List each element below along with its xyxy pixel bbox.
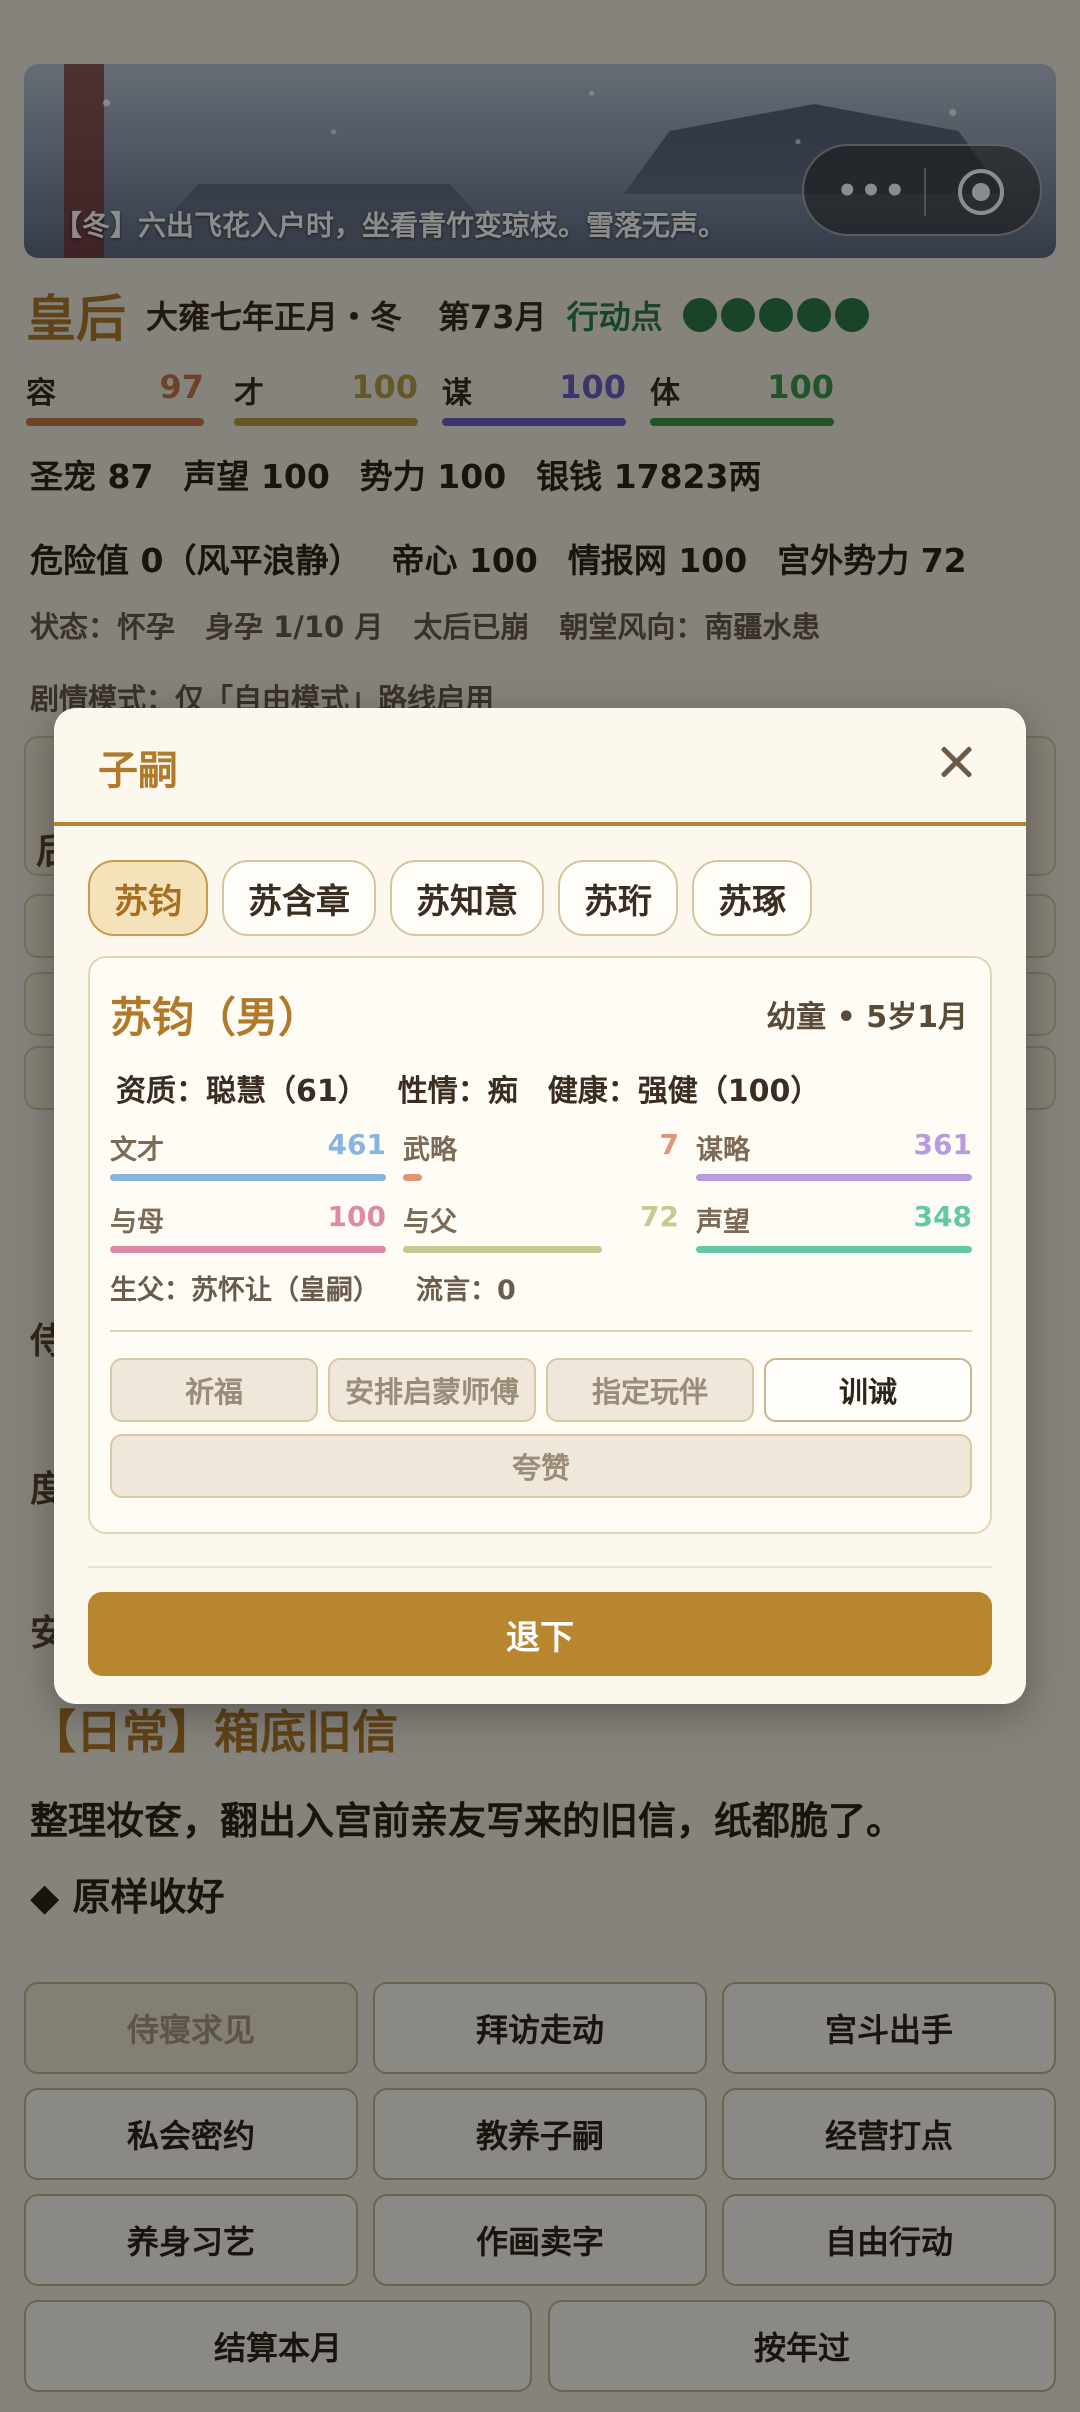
tab-child-3[interactable]: 苏知意 xyxy=(390,860,544,936)
assign-playmate-button[interactable]: 指定玩伴 xyxy=(546,1358,754,1422)
stat-fill xyxy=(403,1174,423,1181)
stat-label: 文才 xyxy=(110,1135,164,1166)
stat-value: 348 xyxy=(913,1200,972,1233)
child-parent-info: 生父：苏怀让（皇嗣） 流言：0 xyxy=(110,1268,552,1307)
tab-child-5[interactable]: 苏琢 xyxy=(692,860,812,936)
close-icon[interactable] xyxy=(932,738,982,788)
game-screen: 【冬】六出飞花入户时，坐看青竹变琼枝。雪落无声。 ••• 皇后 大雍七年正月・冬… xyxy=(0,0,1080,2412)
stat-literary: 文才 461 xyxy=(110,1128,386,1188)
child-age: 幼童 • 5岁1月 xyxy=(766,1000,968,1035)
stat-fill xyxy=(110,1246,386,1253)
stat-value: 361 xyxy=(913,1128,972,1161)
child-rumor: 流言：0 xyxy=(416,1275,516,1306)
tab-child-4[interactable]: 苏珩 xyxy=(558,860,678,936)
children-modal: 子嗣 苏钧 苏含章 苏知意 苏珩 苏琢 苏钧（男） 幼童 • 5岁1月 资质：聪… xyxy=(54,708,1026,1704)
discipline-button[interactable]: 训诫 xyxy=(764,1358,972,1422)
stat-label: 与父 xyxy=(403,1207,457,1238)
child-info: 资质：聪慧（61） 性情：痴 健康：强健（100） xyxy=(116,1066,850,1110)
child-name: 苏钧（男） xyxy=(110,993,321,1042)
stat-reputation: 声望 348 xyxy=(696,1200,972,1260)
stat-martial: 武略 7 xyxy=(403,1128,679,1188)
stat-value: 72 xyxy=(640,1200,679,1233)
stat-fill xyxy=(403,1246,602,1253)
stat-strategy: 谋略 361 xyxy=(696,1128,972,1188)
child-temper: 性情：痴 xyxy=(397,1074,518,1109)
stat-label: 谋略 xyxy=(696,1135,750,1166)
child-father: 生父：苏怀让（皇嗣） xyxy=(110,1275,380,1306)
tab-child-2[interactable]: 苏含章 xyxy=(222,860,376,936)
card-divider xyxy=(110,1330,972,1332)
tab-child-1[interactable]: 苏钧 xyxy=(88,860,208,936)
child-tabs: 苏钧 苏含章 苏知意 苏珩 苏琢 xyxy=(88,860,812,936)
stat-track xyxy=(110,1174,386,1181)
modal-header: 子嗣 xyxy=(54,708,1026,826)
stat-fill xyxy=(696,1246,972,1253)
stat-label: 声望 xyxy=(696,1207,750,1238)
stat-fill xyxy=(110,1174,386,1181)
retreat-button[interactable]: 退下 xyxy=(88,1592,992,1676)
modal-divider xyxy=(88,1566,992,1568)
assign-tutor-button[interactable]: 安排启蒙师傅 xyxy=(328,1358,536,1422)
modal-title: 子嗣 xyxy=(98,748,178,794)
stat-with-mother: 与母 100 xyxy=(110,1200,386,1260)
child-aptitude: 资质：聪慧（61） xyxy=(116,1074,368,1109)
stat-track xyxy=(696,1246,972,1253)
stat-fill xyxy=(696,1174,972,1181)
stat-label: 武略 xyxy=(403,1135,457,1166)
child-health: 健康：强健（100） xyxy=(547,1074,821,1109)
stat-track xyxy=(403,1246,679,1253)
stat-track xyxy=(696,1174,972,1181)
stat-label: 与母 xyxy=(110,1207,164,1238)
praise-button[interactable]: 夸赞 xyxy=(110,1434,972,1498)
pray-button[interactable]: 祈福 xyxy=(110,1358,318,1422)
stat-with-father: 与父 72 xyxy=(403,1200,679,1260)
stat-value: 100 xyxy=(327,1200,386,1233)
stat-value: 7 xyxy=(659,1128,679,1161)
stat-track xyxy=(403,1174,679,1181)
stat-track xyxy=(110,1246,386,1253)
child-detail-card: 苏钧（男） 幼童 • 5岁1月 资质：聪慧（61） 性情：痴 健康：强健（100） … xyxy=(88,956,992,1534)
stat-value: 461 xyxy=(327,1128,386,1161)
